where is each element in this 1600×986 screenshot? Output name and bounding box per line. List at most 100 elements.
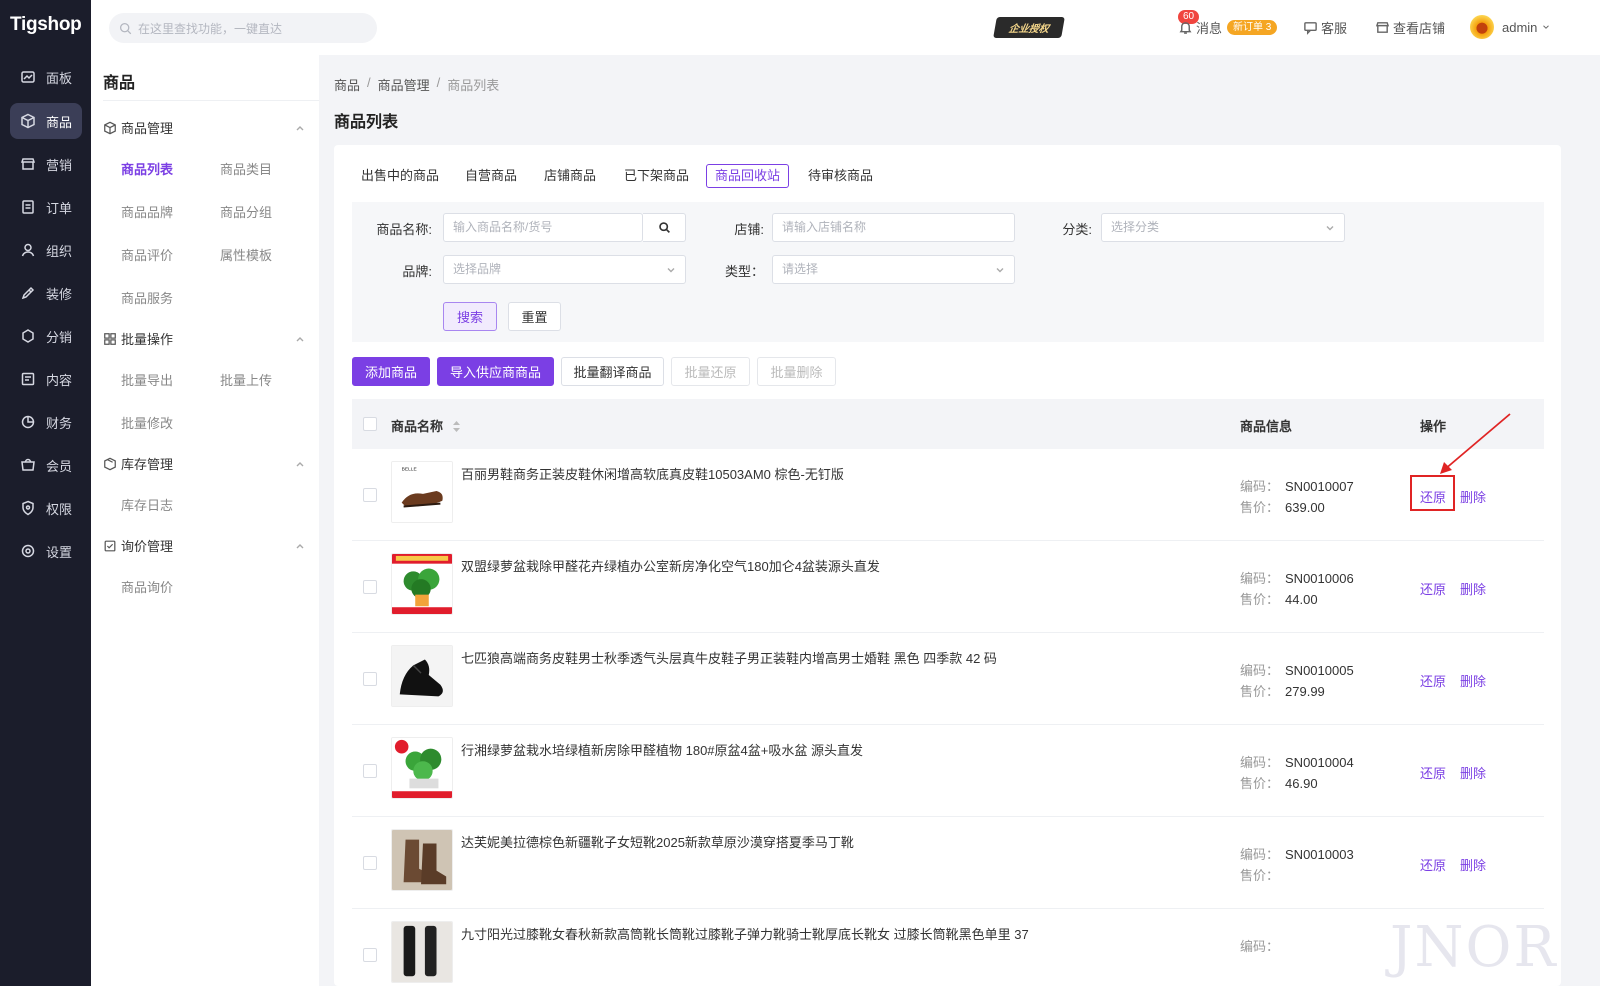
add-product-button[interactable]: 添加商品	[352, 357, 430, 386]
price-label: 售价：	[1240, 776, 1280, 791]
row-checkbox[interactable]	[363, 764, 377, 778]
rail-item-settings[interactable]: 设置	[10, 533, 82, 569]
product-thumbnail[interactable]	[391, 553, 453, 615]
restore-link[interactable]: 还原	[1420, 763, 1446, 782]
subnav-item-product-group[interactable]: 商品分组	[220, 202, 272, 221]
row-checkbox[interactable]	[363, 948, 377, 962]
brand-select[interactable]: 选择品牌	[443, 255, 686, 284]
rail-item-decor[interactable]: 装修	[10, 275, 82, 311]
subnav-item-product-category[interactable]: 商品类目	[220, 159, 272, 178]
restore-link[interactable]: 还原	[1420, 671, 1446, 690]
group-inquiry[interactable]: 询价管理	[103, 536, 313, 555]
product-thumbnail[interactable]	[391, 829, 453, 891]
store-input[interactable]: 请输入店铺名称	[772, 213, 1015, 242]
subnav-item-product-service[interactable]: 商品服务	[121, 288, 173, 307]
rail-item-member[interactable]: 会员	[10, 447, 82, 483]
price-value: 279.99	[1285, 684, 1325, 699]
rail-item-finance[interactable]: 财务	[10, 404, 82, 440]
svg-text:BELLE: BELLE	[402, 467, 418, 473]
delete-link[interactable]: 删除	[1460, 487, 1486, 506]
delete-link[interactable]: 删除	[1460, 671, 1486, 690]
product-name[interactable]: 九寸阳光过膝靴女春秋新款高筒靴长筒靴过膝靴子弹力靴骑士靴厚底长靴女 过膝长筒靴黑…	[461, 924, 1029, 943]
rail-item-product[interactable]: 商品	[10, 103, 82, 139]
subnav-item-batch-edit[interactable]: 批量修改	[121, 413, 173, 432]
rail-item-marketing[interactable]: 营销	[10, 146, 82, 182]
restore-link[interactable]: 还原	[1420, 579, 1446, 598]
row-checkbox[interactable]	[363, 488, 377, 502]
select-all-checkbox[interactable]	[363, 417, 377, 431]
group-stock[interactable]: 库存管理	[103, 454, 313, 473]
tab-on-sale[interactable]: 出售中的商品	[352, 164, 448, 188]
app-logo[interactable]: Tigshop	[10, 14, 82, 36]
product-thumbnail[interactable]	[391, 737, 453, 799]
product-search-button[interactable]	[643, 213, 686, 242]
tab-self-run[interactable]: 自营商品	[456, 164, 526, 188]
subnav-item-product-list[interactable]: 商品列表	[121, 159, 173, 178]
breadcrumb-item[interactable]: 商品	[334, 75, 360, 94]
tab-pending-review[interactable]: 待审核商品	[799, 164, 882, 188]
order-icon	[20, 199, 36, 215]
product-thumbnail[interactable]: BELLE	[391, 461, 453, 523]
subnav-item-stock-log[interactable]: 库存日志	[121, 495, 173, 514]
subnav-item-batch-upload[interactable]: 批量上传	[220, 370, 272, 389]
share-icon	[20, 328, 36, 344]
product-name-input[interactable]: 输入商品名称/货号	[443, 213, 643, 242]
breadcrumb-item[interactable]: 商品管理	[378, 75, 430, 94]
rail-item-dashboard[interactable]: 面板	[10, 59, 82, 95]
rail-label: 分销	[46, 329, 73, 345]
subnav-item-product-review[interactable]: 商品评价	[121, 245, 173, 264]
messages-button[interactable]: 消息 新订单 3	[1178, 18, 1278, 37]
row-checkbox[interactable]	[363, 672, 377, 686]
user-menu[interactable]: admin	[1470, 15, 1554, 39]
view-store-button[interactable]: 查看店铺	[1375, 18, 1445, 37]
chevron-down-icon	[1326, 226, 1334, 231]
type-select[interactable]: 请选择	[772, 255, 1015, 284]
subnav-item-batch-export[interactable]: 批量导出	[121, 370, 173, 389]
reset-button[interactable]: 重置	[508, 302, 561, 331]
rail-item-permission[interactable]: 权限	[10, 490, 82, 526]
row-checkbox[interactable]	[363, 856, 377, 870]
product-thumbnail[interactable]	[391, 645, 453, 707]
category-select[interactable]: 选择分类	[1101, 213, 1345, 242]
global-search-input[interactable]: 在这里查找功能，一键直达	[109, 13, 377, 43]
rail-item-order[interactable]: 订单	[10, 189, 82, 225]
rail-item-distribution[interactable]: 分销	[10, 318, 82, 354]
batch-delete-button[interactable]: 批量删除	[757, 357, 836, 386]
product-name[interactable]: 七匹狼高端商务皮鞋男士秋季透气头层真牛皮鞋子男正装鞋内增高男士婚鞋 黑色 四季款…	[461, 648, 997, 667]
group-product-management[interactable]: 商品管理	[103, 118, 313, 137]
plant-image	[392, 738, 452, 798]
batch-restore-button[interactable]: 批量还原	[671, 357, 750, 386]
subnav-item-attr-template[interactable]: 属性模板	[220, 245, 272, 264]
tab-store[interactable]: 店铺商品	[535, 164, 605, 188]
product-thumbnail[interactable]	[391, 921, 453, 983]
rail-label: 会员	[46, 458, 73, 474]
customer-service-button[interactable]: 客服	[1303, 18, 1347, 37]
subnav-item-product-inquiry[interactable]: 商品询价	[121, 577, 173, 596]
tab-recycle-bin[interactable]: 商品回收站	[706, 164, 790, 188]
product-name[interactable]: 达芙妮美拉德棕色新疆靴子女短靴2025新款草原沙漠穿搭夏季马丁靴	[461, 832, 854, 851]
product-name[interactable]: 双盟绿萝盆栽除甲醛花卉绿植办公室新房净化空气180加仑4盆装源头直发	[461, 556, 880, 575]
table-row: 双盟绿萝盆栽除甲醛花卉绿植办公室新房净化空气180加仑4盆装源头直发 编码： SN…	[352, 541, 1544, 633]
breadcrumb-sep: /	[367, 75, 371, 90]
group-batch[interactable]: 批量操作	[103, 329, 313, 348]
row-checkbox[interactable]	[363, 580, 377, 594]
search-button[interactable]: 搜索	[443, 302, 497, 331]
tab-off-shelf[interactable]: 已下架商品	[615, 164, 698, 188]
col-product-name[interactable]: 商品名称	[391, 416, 460, 435]
rail-item-content[interactable]: 内容	[10, 361, 82, 397]
batch-translate-button[interactable]: 批量翻译商品	[561, 357, 664, 386]
breadcrumb-current: 商品列表	[447, 78, 500, 93]
restore-link[interactable]: 还原	[1420, 855, 1446, 874]
delete-link[interactable]: 删除	[1460, 763, 1486, 782]
settings-icon	[20, 543, 36, 559]
enterprise-auth-badge[interactable]: 企业授权	[993, 17, 1065, 38]
delete-link[interactable]: 删除	[1460, 579, 1486, 598]
rail-label: 组织	[46, 243, 73, 259]
delete-link[interactable]: 删除	[1460, 855, 1486, 874]
sort-icon[interactable]	[452, 420, 460, 435]
product-name[interactable]: 百丽男鞋商务正装皮鞋休闲增高软底真皮鞋10503AM0 棕色-无钉版	[461, 464, 844, 483]
subnav-item-product-brand[interactable]: 商品品牌	[121, 202, 173, 221]
import-supplier-button[interactable]: 导入供应商商品	[437, 357, 554, 386]
product-name[interactable]: 行湘绿萝盆栽水培绿植新房除甲醛植物 180#原盆4盆+吸水盆 源头直发	[461, 740, 863, 759]
rail-item-org[interactable]: 组织	[10, 232, 82, 268]
